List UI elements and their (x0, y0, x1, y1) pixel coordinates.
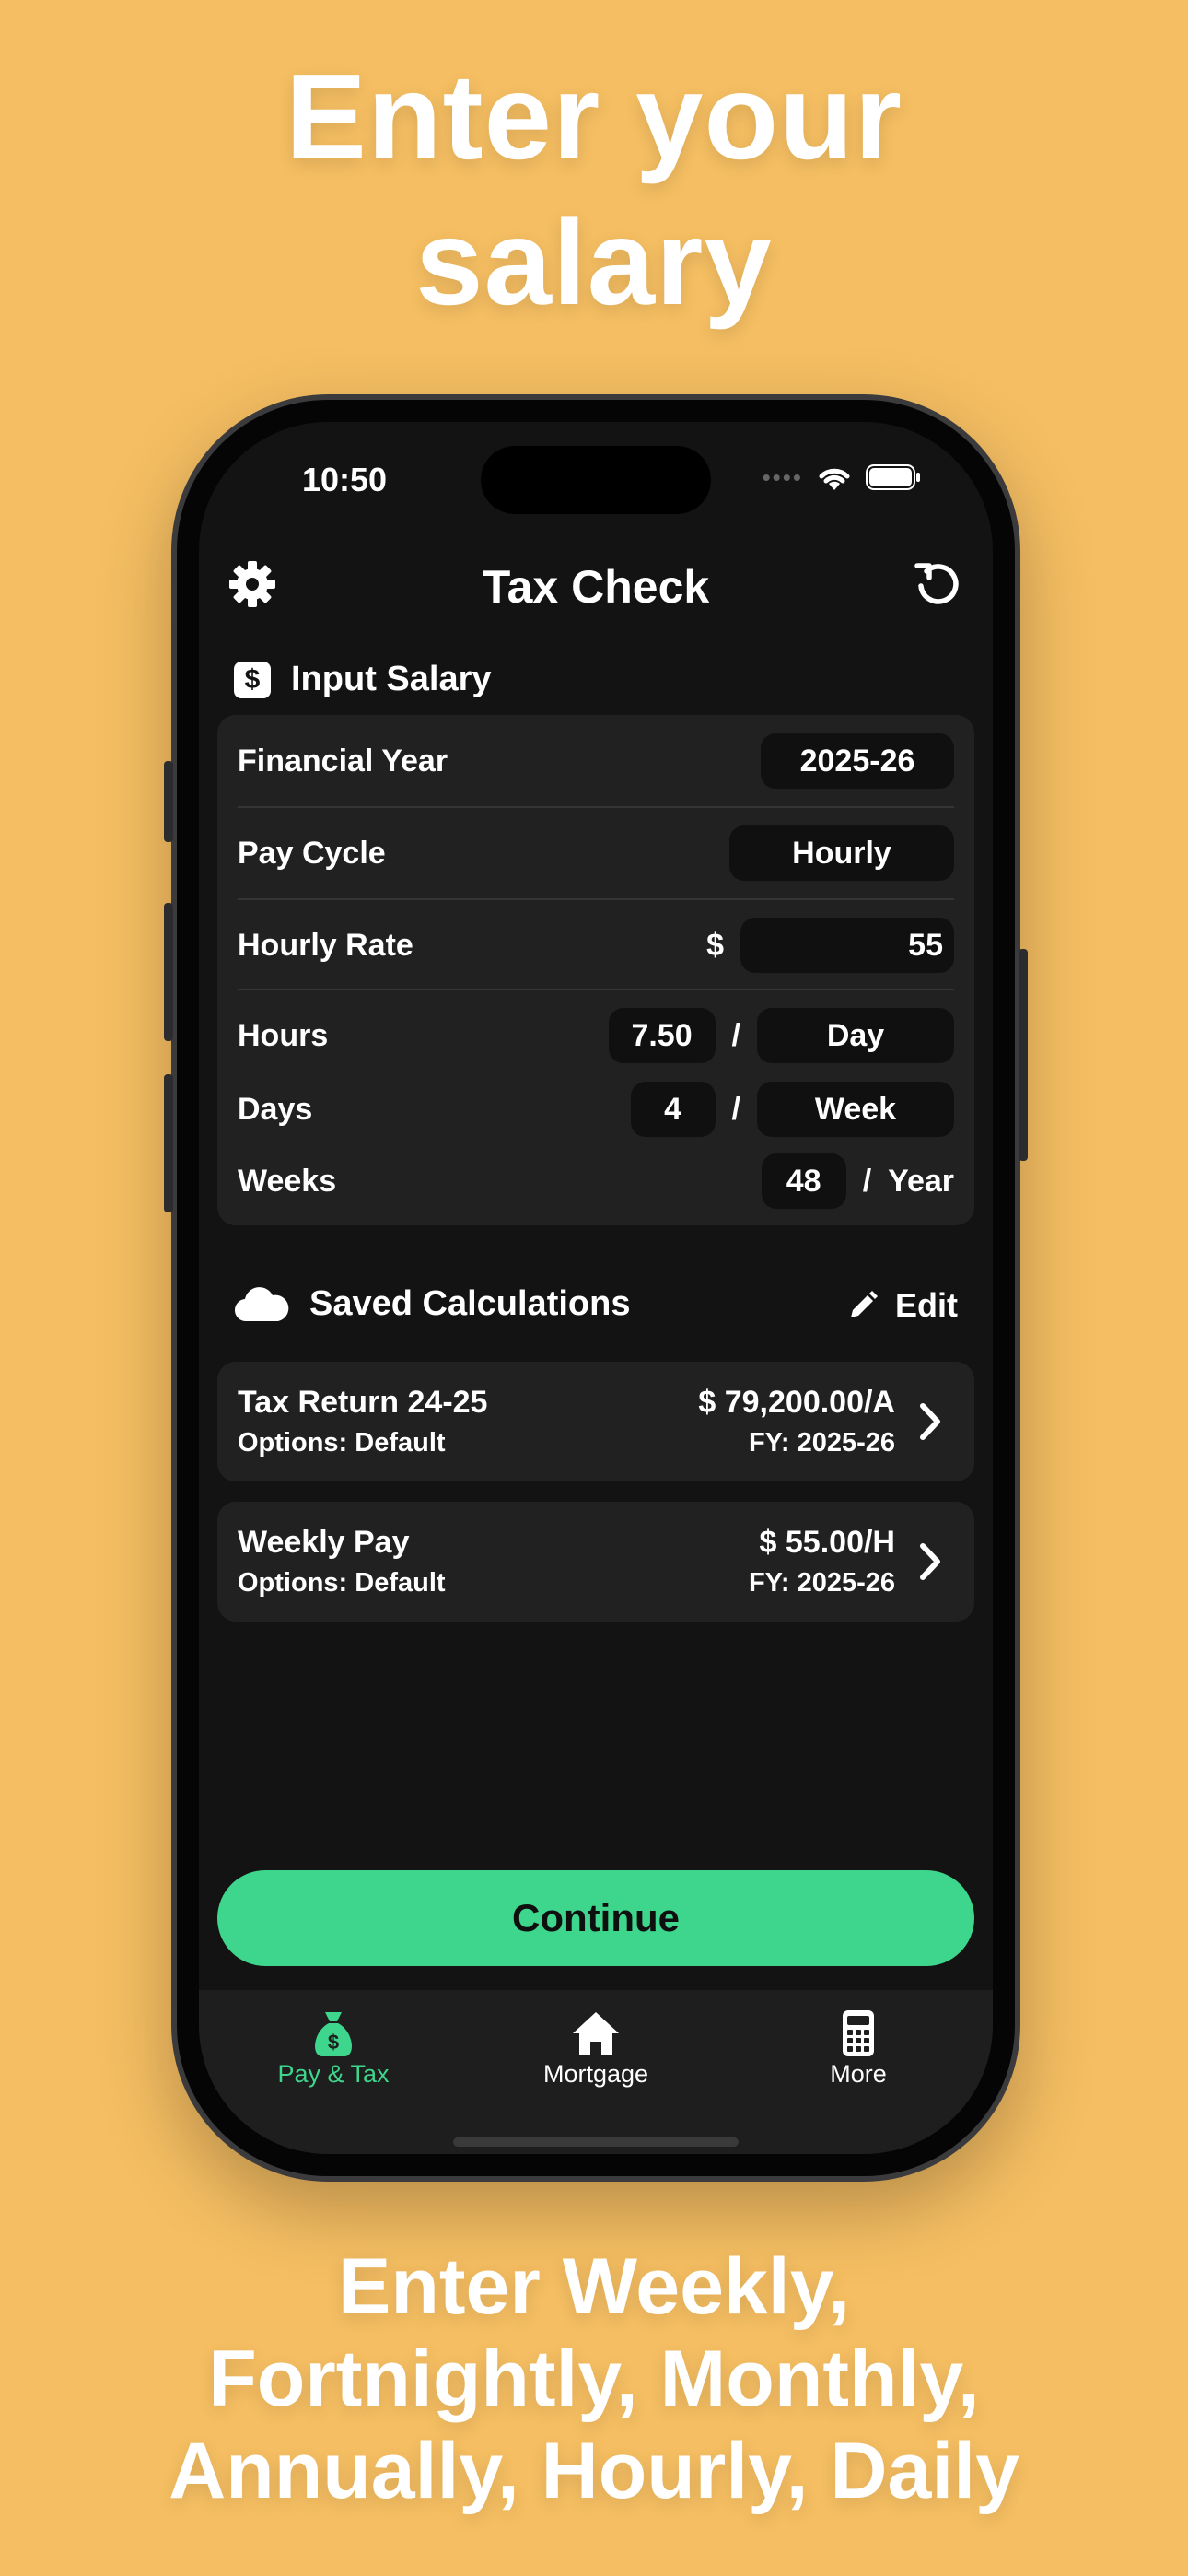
days-group: 4 / Week (630, 1082, 954, 1137)
financial-year-row: Financial Year 2025-26 (238, 732, 954, 790)
status-indicators: •••• (763, 463, 921, 492)
financial-year-picker[interactable]: 2025-26 (761, 733, 954, 789)
footer-line-1: Enter Weekly, (337, 2242, 851, 2331)
app-screen: 10:50 •••• Tax Check $ Input Salary Fina… (199, 422, 993, 2154)
pay-cycle-row: Pay Cycle Hourly (238, 824, 954, 883)
dollar-icon: $ (234, 661, 271, 698)
wifi-icon (819, 468, 850, 490)
dynamic-island (481, 446, 711, 514)
input-salary-card: Financial Year 2025-26 Pay Cycle Hourly … (217, 715, 974, 1225)
divider (238, 989, 954, 990)
signal-icon: •••• (762, 463, 803, 491)
saved-item-amount: $ 79,200.00/A (698, 1385, 895, 1420)
saved-calculations-title: Saved Calculations (309, 1284, 631, 1323)
hours-unit-picker[interactable]: Day (757, 1008, 954, 1063)
saved-item-amount: $ 55.00/H (759, 1525, 895, 1560)
saved-item-title: Tax Return 24-25 (238, 1385, 488, 1420)
saved-item-fy: FY: 2025-26 (748, 1428, 895, 1458)
headline-line-2: salary (415, 194, 773, 330)
per-slash: / (862, 1163, 872, 1199)
hourly-rate-label: Hourly Rate (238, 927, 413, 963)
home-indicator (453, 2137, 739, 2147)
weeks-group: 48 / Year (761, 1153, 954, 1209)
tab-pay-tax[interactable]: $ Pay & Tax (232, 2007, 435, 2089)
footer-line-3: Annually, Hourly, Daily (169, 2427, 1019, 2515)
weeks-input[interactable]: 48 (761, 1153, 846, 1209)
saved-item-summary: $ 79,200.00/A FY: 2025-26 (698, 1382, 895, 1463)
svg-text:$: $ (328, 2031, 339, 2054)
volume-up-button (164, 903, 173, 1041)
weeks-label: Weeks (238, 1163, 337, 1199)
continue-button[interactable]: Continue (217, 1870, 974, 1966)
promo-headline: Enter your salary (0, 44, 1188, 335)
battery-icon (866, 464, 920, 490)
chevron-right-icon (920, 1403, 940, 1440)
weeks-unit: Year (888, 1163, 954, 1199)
tab-mortgage[interactable]: Mortgage (495, 2007, 697, 2089)
edit-button[interactable]: Edit (847, 1286, 958, 1325)
tab-more[interactable]: More (757, 2007, 960, 2089)
hours-label: Hours (238, 1017, 329, 1053)
saved-item-options: Options: Default (238, 1428, 446, 1458)
days-label: Days (238, 1091, 313, 1127)
tab-label: Mortgage (542, 2060, 649, 2088)
pay-cycle-label: Pay Cycle (238, 835, 386, 871)
tab-label: More (830, 2060, 887, 2088)
tab-label: Pay & Tax (277, 2060, 390, 2088)
saved-item-fy: FY: 2025-26 (748, 1568, 895, 1598)
days-unit-picker[interactable]: Week (757, 1082, 954, 1137)
hourly-rate-input[interactable]: 55 (740, 918, 954, 973)
edit-label: Edit (895, 1286, 958, 1324)
input-salary-title: Input Salary (291, 660, 492, 698)
hourly-rate-row: Hourly Rate $ 55 (238, 916, 954, 975)
house-icon (573, 2012, 619, 2055)
hours-input[interactable]: 7.50 (608, 1008, 716, 1063)
hours-row: Hours 7.50 / Day (238, 1006, 954, 1065)
saved-item[interactable]: Weekly Pay Options: Default $ 55.00/H FY… (217, 1502, 974, 1622)
pay-cycle-picker[interactable]: Hourly (729, 825, 954, 881)
currency-symbol: $ (706, 927, 724, 963)
money-bag-icon: $ (315, 2012, 352, 2056)
financial-year-label: Financial Year (238, 743, 448, 779)
days-row: Days 4 / Week (238, 1080, 954, 1139)
status-time: 10:50 (302, 461, 388, 498)
divider (238, 898, 954, 900)
input-salary-header: $ Input Salary (234, 660, 492, 699)
promo-footer: Enter Weekly, Fortnightly, Monthly, Annu… (0, 2241, 1188, 2517)
per-slash: / (731, 1017, 740, 1053)
pencil-icon (851, 1291, 878, 1317)
saved-item-title: Weekly Pay (238, 1525, 410, 1560)
saved-calculations-header: Saved Calculations (234, 1284, 630, 1324)
saved-item-summary: $ 55.00/H FY: 2025-26 (749, 1522, 895, 1603)
saved-item-options: Options: Default (238, 1568, 446, 1598)
weeks-row: Weeks 48 / Year (238, 1152, 954, 1211)
action-button (164, 761, 173, 842)
calculator-icon (843, 2010, 874, 2056)
footer-line-2: Fortnightly, Monthly, (208, 2335, 980, 2423)
reset-icon[interactable] (912, 558, 963, 610)
headline-line-1: Enter your (285, 49, 903, 184)
per-slash: / (731, 1091, 740, 1127)
volume-down-button (164, 1074, 173, 1212)
saved-item[interactable]: Tax Return 24-25 Options: Default $ 79,2… (217, 1362, 974, 1481)
saved-item-info: Tax Return 24-25 Options: Default (238, 1382, 487, 1463)
hourly-rate-group: $ 55 (706, 918, 954, 973)
days-input[interactable]: 4 (630, 1082, 716, 1137)
hours-group: 7.50 / Day (608, 1008, 954, 1063)
nav-title: Tax Check (482, 561, 710, 613)
chevron-right-icon (920, 1543, 940, 1580)
divider (238, 806, 954, 808)
tab-bar: $ Pay & Tax Mortgage More (199, 1990, 993, 2154)
saved-item-info: Weekly Pay Options: Default (238, 1522, 446, 1603)
power-button (1019, 949, 1028, 1161)
cloud-icon (234, 1286, 289, 1321)
